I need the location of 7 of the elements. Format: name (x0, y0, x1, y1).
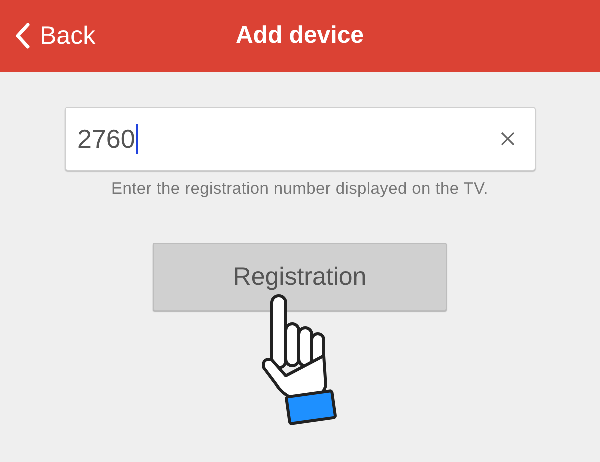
hint-text: Enter the registration number displayed on the TV. (112, 180, 488, 199)
chevron-left-icon (16, 23, 30, 49)
screen-title: Add device (236, 22, 364, 50)
registration-button[interactable]: Registration (153, 243, 447, 311)
back-button[interactable]: Back (0, 22, 96, 50)
input-field[interactable]: 2760 (64, 107, 536, 171)
clear-icon[interactable] (500, 132, 514, 146)
